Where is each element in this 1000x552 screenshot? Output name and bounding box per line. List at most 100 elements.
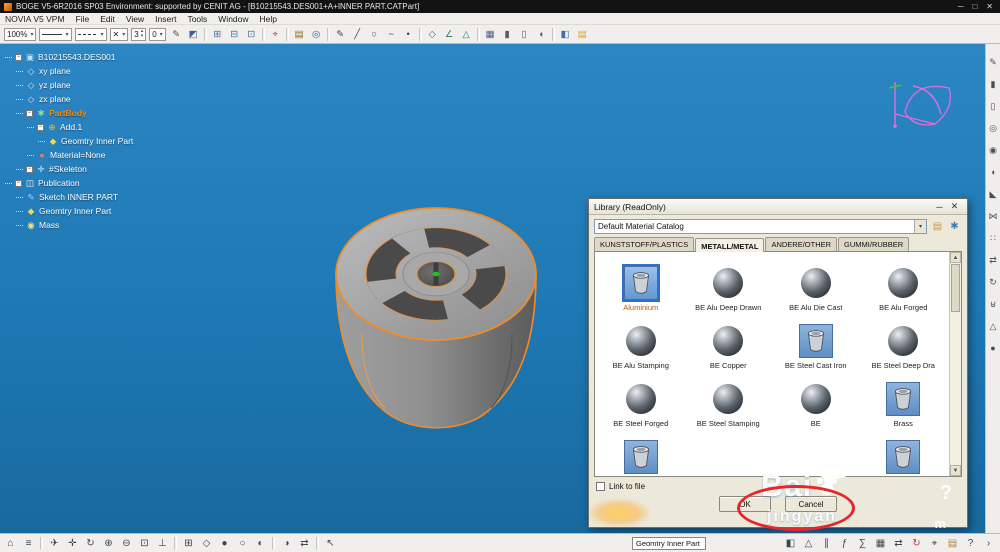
tree-item-zx-plane[interactable]: ◇ zx plane <box>3 92 238 106</box>
formula-icon[interactable]: ∑ <box>855 536 870 551</box>
fillet-icon[interactable]: ◖ <box>987 166 999 178</box>
tree-item-geomtry-inner-part[interactable]: ◆ Geomtry Inner Part <box>3 134 238 148</box>
normal-view-icon[interactable]: ⊥ <box>155 536 170 551</box>
hole-icon[interactable]: ◉ <box>987 144 999 156</box>
scroll-down-icon[interactable]: ▼ <box>950 465 961 476</box>
dialog-close-button[interactable]: ✕ <box>947 201 962 212</box>
dialog-minimize-button[interactable]: ─ <box>932 202 947 212</box>
menu-help[interactable]: Help <box>260 14 277 24</box>
menu-edit[interactable]: Edit <box>100 14 115 24</box>
graph-tree-reorder-icon[interactable]: ◩ <box>186 27 201 42</box>
line-weight-select[interactable]: ▾ <box>39 27 72 41</box>
knowledge-fx-icon[interactable]: ƒ <box>837 536 852 551</box>
material-thumb[interactable] <box>624 382 658 416</box>
hide-show-icon[interactable]: ◑ <box>279 536 294 551</box>
hidden-line-icon[interactable]: ◐ <box>253 536 268 551</box>
update-icon[interactable]: ↻ <box>909 536 924 551</box>
measure-between-icon[interactable]: ∥ <box>819 536 834 551</box>
chamfer-icon[interactable]: ◣ <box>987 188 999 200</box>
link-manager-icon[interactable]: ⇄ <box>891 536 906 551</box>
pocket-icon[interactable]: ▯ <box>987 100 999 112</box>
select-arrow-icon[interactable]: ↖ <box>323 536 338 551</box>
viewport-3d[interactable]: − ▣ B10215543.DES001 ◇ xy plane ◇ yz plane ◇ zx … <box>0 44 985 533</box>
measure-icon[interactable]: △ <box>459 27 474 42</box>
material-thumb[interactable] <box>711 324 745 358</box>
expander-icon[interactable]: − <box>26 109 33 117</box>
material-be-copper[interactable]: BE Copper <box>685 324 773 370</box>
material-be[interactable]: BE <box>772 382 860 428</box>
translate-icon[interactable]: ⇄ <box>987 254 999 266</box>
tree-item-material-none[interactable]: ● Material=None <box>3 148 238 162</box>
plane-icon[interactable]: ◇ <box>425 27 440 42</box>
tree-item-add-1[interactable]: − ⊕ Add.1 <box>3 120 238 134</box>
zoom-out-icon[interactable]: ⊖ <box>119 536 134 551</box>
view-compass[interactable] <box>883 74 963 146</box>
rotate-icon[interactable]: ↻ <box>987 276 999 288</box>
pad-icon[interactable]: ▮ <box>987 78 999 90</box>
point-icon[interactable]: • <box>401 27 416 42</box>
material-be-alu-forged[interactable]: BE Alu Forged <box>860 266 948 312</box>
menu-file[interactable]: File <box>76 14 90 24</box>
boolean-icon[interactable]: ⊎ <box>987 298 999 310</box>
magnifier-grid-icon[interactable]: ⊡ <box>244 27 259 42</box>
spec-tree-icon[interactable]: ≡ <box>21 536 36 551</box>
material-thumb[interactable] <box>711 266 745 300</box>
constraint-icon[interactable]: ∠ <box>442 27 457 42</box>
multi-view-icon[interactable]: ⊞ <box>181 536 196 551</box>
circle-icon[interactable]: ○ <box>367 27 382 42</box>
wireframe-icon[interactable]: ○ <box>235 536 250 551</box>
material-be-steel-deep-dra[interactable]: BE Steel Deep Dra <box>860 324 948 370</box>
material-be-alu-stamping[interactable]: BE Alu Stamping <box>597 324 685 370</box>
tree-item-partbody[interactable]: − ✱ PartBody <box>3 106 238 120</box>
minimize-button[interactable]: ─ <box>958 2 964 11</box>
apply-material-icon[interactable]: ◧ <box>558 27 573 42</box>
menu-view[interactable]: View <box>126 14 144 24</box>
expander-icon[interactable]: − <box>26 165 33 173</box>
material-be-alu-die-cast[interactable]: BE Alu Die Cast <box>772 266 860 312</box>
vertical-scrollbar[interactable]: ▲ ▼ <box>949 252 961 476</box>
axis-origin-icon[interactable]: ⌖ <box>268 27 283 42</box>
zoom-in-icon[interactable]: ⊕ <box>101 536 116 551</box>
tab-gummi-rubber[interactable]: GUMMI/RUBBER <box>838 237 910 251</box>
ok-button[interactable]: OK <box>719 496 771 512</box>
catalog-up-icon[interactable]: ✱ <box>947 219 962 234</box>
thickness-stepper[interactable]: 3 ▴ ▾ <box>131 27 147 41</box>
expander-icon[interactable]: − <box>37 123 44 131</box>
material-thumb[interactable] <box>799 382 833 416</box>
catalog-browser-icon[interactable]: ▤ <box>575 27 590 42</box>
part-3d-model[interactable] <box>322 194 554 442</box>
material-partial[interactable] <box>860 440 948 476</box>
material-brass[interactable]: Brass <box>860 382 948 428</box>
catalog-icon[interactable]: ▤ <box>292 27 307 42</box>
rotate-view-icon[interactable]: ↻ <box>83 536 98 551</box>
snap-to-grid-icon[interactable]: ⊟ <box>227 27 242 42</box>
scrollbar-thumb[interactable] <box>951 264 960 312</box>
spinner-arrows-icon[interactable]: ▴ ▾ <box>141 29 144 39</box>
material-be-steel-stamping[interactable]: BE Steel Stamping <box>685 382 773 428</box>
pattern-icon[interactable]: ∷ <box>987 232 999 244</box>
zoom-select[interactable]: 100% ▾ <box>4 27 37 41</box>
chevron-down-icon[interactable]: ▾ <box>914 220 926 233</box>
material-be-steel-forged[interactable]: BE Steel Forged <box>597 382 685 428</box>
grid-icon[interactable]: ⊞ <box>210 27 225 42</box>
link-to-file-checkbox[interactable] <box>596 482 605 491</box>
shaft-icon[interactable]: ◎ <box>987 122 999 134</box>
material-thumb[interactable] <box>624 324 658 358</box>
swap-space-icon[interactable]: ⇄ <box>297 536 312 551</box>
scroll-up-icon[interactable]: ▲ <box>950 252 961 263</box>
tree-item-geomtry-inner-part[interactable]: ◆ Geomtry Inner Part <box>3 204 238 218</box>
pan-icon[interactable]: ✛ <box>65 536 80 551</box>
material-thumb[interactable] <box>799 266 833 300</box>
material-thumb[interactable] <box>886 324 920 358</box>
material-thumb[interactable] <box>886 266 920 300</box>
material-partial[interactable] <box>597 440 685 476</box>
expander-icon[interactable]: − <box>15 53 22 61</box>
menu-window[interactable]: Window <box>218 14 248 24</box>
shading-icon[interactable]: ● <box>217 536 232 551</box>
tree-item-skeleton[interactable]: − ✛ #Skeleton <box>3 162 238 176</box>
open-catalog-icon[interactable]: ▤ <box>930 219 945 234</box>
maximize-button[interactable]: □ <box>972 2 977 11</box>
close-button[interactable]: ✕ <box>986 2 993 11</box>
material-thumb[interactable] <box>886 382 921 416</box>
tree-item-mass[interactable]: ◉ Mass <box>3 218 238 232</box>
